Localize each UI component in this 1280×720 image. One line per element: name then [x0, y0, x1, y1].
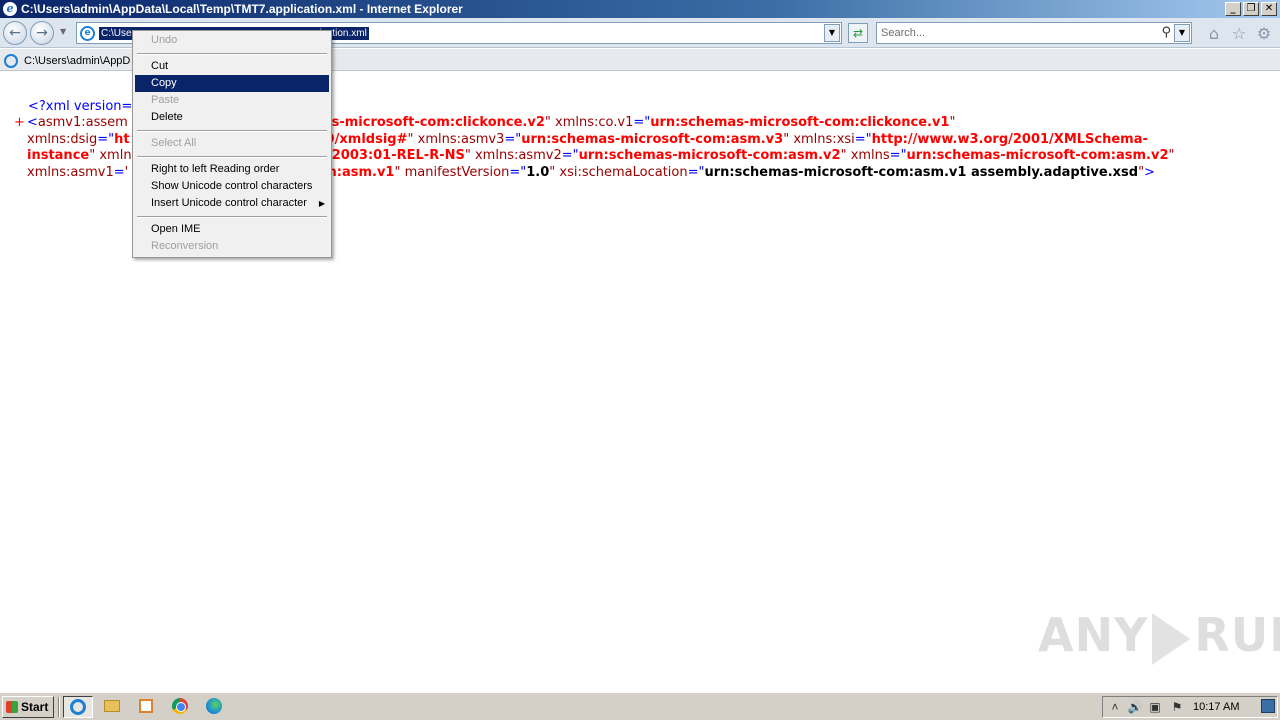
- menu-item-insert-unicode[interactable]: Insert Unicode control character ▶: [135, 195, 329, 212]
- clock[interactable]: 10:17 AM: [1193, 701, 1239, 713]
- menu-separator: [137, 53, 327, 55]
- menu-item-show-unicode[interactable]: Show Unicode control characters: [135, 178, 329, 195]
- search-icon[interactable]: ⚲: [1161, 25, 1171, 40]
- minimize-button[interactable]: _: [1225, 2, 1241, 16]
- maximize-button[interactable]: ❐: [1243, 2, 1259, 16]
- menu-item-rtl-reading-order[interactable]: Right to left Reading order: [135, 161, 329, 178]
- taskbar-ie-button[interactable]: [63, 696, 93, 718]
- action-center-flag-icon[interactable]: ⚑: [1169, 699, 1185, 715]
- taskbar-media-player-button[interactable]: [131, 696, 161, 718]
- internet-explorer-icon: [70, 699, 86, 715]
- menu-separator: [137, 130, 327, 132]
- close-button[interactable]: ✕: [1261, 2, 1277, 16]
- windows-flag-icon: [6, 701, 18, 713]
- play-icon: [1152, 612, 1191, 665]
- menu-item-undo: Undo: [151, 34, 178, 46]
- xml-declaration: <?xml version=: [28, 99, 133, 114]
- tray-expand-icon[interactable]: ˄: [1107, 699, 1123, 715]
- edge-icon: [206, 698, 222, 714]
- page-icon: e: [80, 26, 95, 41]
- favorites-star-icon[interactable]: ☆: [1230, 25, 1248, 43]
- show-desktop-button[interactable]: [1261, 699, 1275, 713]
- title-bar: e C:\Users\admin\AppData\Local\Temp\TMT7…: [0, 0, 1280, 18]
- media-player-icon: [139, 699, 153, 713]
- chrome-icon: [172, 698, 188, 714]
- forward-button[interactable]: →: [30, 21, 54, 45]
- menu-separator: [137, 216, 327, 218]
- folder-icon: [104, 700, 120, 712]
- back-button[interactable]: ←: [3, 21, 27, 45]
- system-tray: ˄ 🔊 ▣ ⚑ 10:17 AM: [1102, 696, 1278, 718]
- menu-item-reconversion: Reconversion: [151, 240, 219, 252]
- taskbar-explorer-button[interactable]: [97, 696, 127, 718]
- network-icon[interactable]: ▣: [1147, 699, 1163, 715]
- tab-ie-icon: [4, 53, 18, 68]
- home-icon[interactable]: ⌂: [1205, 25, 1223, 43]
- gear-icon[interactable]: ⚙: [1255, 25, 1273, 43]
- address-dropdown-icon[interactable]: ▼: [824, 24, 840, 42]
- search-dropdown-icon[interactable]: ▼: [1174, 24, 1190, 42]
- menu-separator: [137, 156, 327, 158]
- window-title: C:\Users\admin\AppData\Local\Temp\TMT7.a…: [21, 2, 463, 16]
- context-menu: Undo Cut Copy Paste Delete Select All Ri…: [132, 30, 332, 258]
- history-dropdown-icon[interactable]: ▼: [60, 27, 66, 36]
- menu-item-delete[interactable]: Delete: [135, 109, 329, 126]
- menu-item-cut[interactable]: Cut: [135, 58, 329, 75]
- taskbar: Start ˄ 🔊 ▣ ⚑ 10:17 AM: [0, 692, 1280, 720]
- menu-item-paste: Paste: [151, 94, 180, 106]
- volume-icon[interactable]: 🔊: [1127, 699, 1143, 715]
- anyrun-watermark-logo: ANYRUN: [1038, 608, 1280, 672]
- submenu-arrow-icon: ▶: [318, 199, 325, 208]
- search-box[interactable]: Search... ⚲ ▼: [876, 22, 1192, 44]
- menu-item-select-all: Select All: [151, 137, 197, 149]
- xml-tag-name: asmv1:assem: [37, 115, 128, 130]
- menu-item-open-ime[interactable]: Open IME: [135, 221, 329, 238]
- menu-item-copy[interactable]: Copy: [135, 75, 329, 92]
- taskbar-chrome-button[interactable]: [165, 696, 195, 718]
- refresh-icon[interactable]: ⇄: [848, 23, 868, 43]
- taskbar-edge-button[interactable]: [199, 696, 229, 718]
- tab-label: C:\Users\admin\AppD: [24, 54, 131, 67]
- start-button[interactable]: Start: [2, 696, 54, 718]
- taskbar-separator: [58, 697, 60, 717]
- search-placeholder: Search...: [881, 27, 926, 39]
- ie-app-icon: e: [3, 2, 17, 16]
- expand-toggle[interactable]: +: [14, 115, 25, 132]
